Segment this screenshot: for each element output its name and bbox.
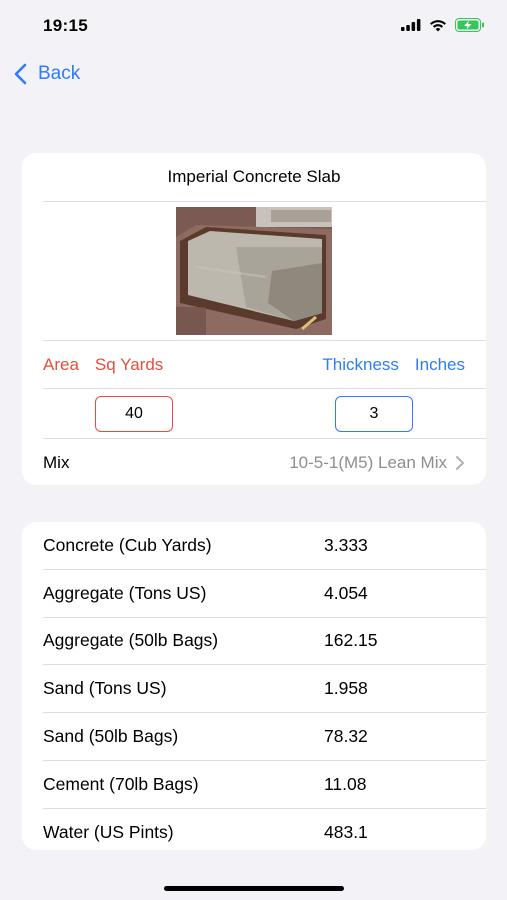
mix-value: 10-5-1(M5) Lean Mix xyxy=(289,452,447,472)
area-label: Area xyxy=(43,354,79,374)
result-row: Water (US Pints) 483.1 xyxy=(22,809,486,850)
cellular-signal-icon xyxy=(401,19,421,31)
result-row: Sand (50lb Bags) 78.32 xyxy=(22,713,486,760)
slab-input-card: Imperial Concrete Slab Area Sq Yards Thi… xyxy=(22,153,486,485)
result-label: Aggregate (50lb Bags) xyxy=(43,630,219,651)
thickness-unit-selector[interactable]: Inches xyxy=(415,355,465,375)
status-time: 19:15 xyxy=(43,16,88,35)
back-button[interactable]: Back xyxy=(12,60,80,88)
chevron-right-icon xyxy=(456,455,464,470)
result-label: Water (US Pints) xyxy=(43,821,174,842)
result-row: Aggregate (Tons US) 4.054 xyxy=(22,570,486,617)
result-value: 4.054 xyxy=(324,582,368,603)
wifi-icon xyxy=(430,19,446,31)
status-icons xyxy=(401,18,485,32)
area-input[interactable]: 40 xyxy=(95,395,173,432)
result-value: 78.32 xyxy=(324,726,368,747)
label-row: Area Sq Yards Thickness Inches xyxy=(22,341,486,388)
result-label: Sand (50lb Bags) xyxy=(43,726,179,747)
mix-label: Mix xyxy=(43,452,70,472)
result-label: Aggregate (Tons US) xyxy=(43,582,207,603)
area-unit-selector[interactable]: Sq Yards xyxy=(95,355,163,375)
mix-row[interactable]: Mix 10-5-1(M5) Lean Mix xyxy=(22,439,486,485)
result-value: 3.333 xyxy=(324,534,368,555)
card-title: Imperial Concrete Slab xyxy=(167,167,341,186)
thickness-input[interactable]: 3 xyxy=(335,395,413,432)
home-indicator[interactable] xyxy=(164,886,344,891)
result-row: Concrete (Cub Yards) 3.333 xyxy=(22,522,486,569)
result-row: Sand (Tons US) 1.958 xyxy=(22,665,486,712)
result-label: Concrete (Cub Yards) xyxy=(43,534,212,555)
concrete-slab-image xyxy=(176,207,332,335)
battery-charging-icon xyxy=(455,18,484,32)
result-label: Sand (Tons US) xyxy=(43,678,167,699)
result-value: 483.1 xyxy=(324,821,368,842)
result-row: Aggregate (50lb Bags) 162.15 xyxy=(22,618,486,665)
result-value: 162.15 xyxy=(324,630,378,651)
input-row: 40 3 xyxy=(22,389,486,438)
result-value: 1.958 xyxy=(324,678,368,699)
thickness-label: Thickness xyxy=(322,354,399,374)
result-value: 11.08 xyxy=(324,773,367,794)
slab-photo xyxy=(22,202,486,340)
chevron-left-icon xyxy=(14,63,27,85)
status-bar: 19:15 xyxy=(0,0,507,54)
result-label: Cement (70lb Bags) xyxy=(43,773,199,794)
back-label: Back xyxy=(38,63,81,84)
result-row: Cement (70lb Bags) 11.08 xyxy=(22,761,486,808)
results-card: Concrete (Cub Yards) 3.333 Aggregate (To… xyxy=(22,522,486,850)
